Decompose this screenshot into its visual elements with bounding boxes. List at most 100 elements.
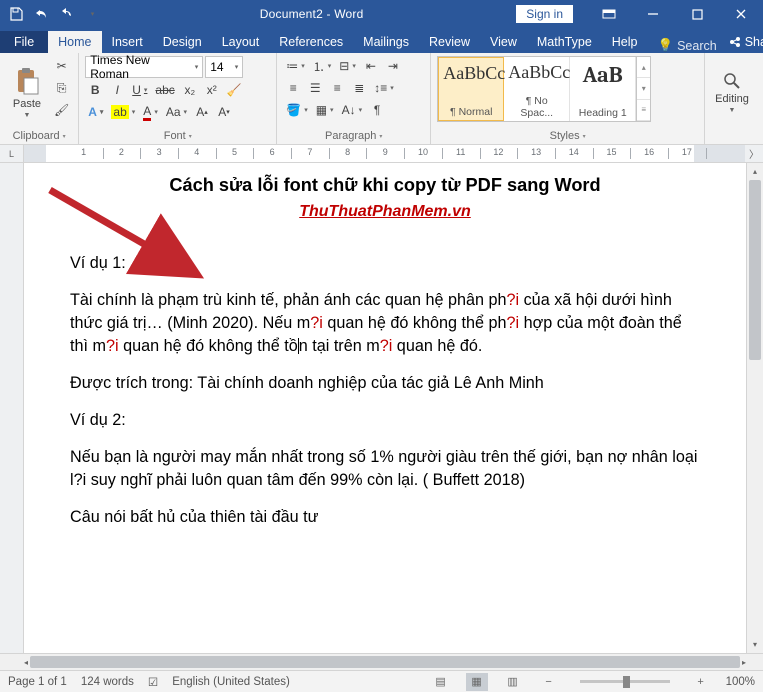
qat-customize-icon[interactable] (79, 2, 103, 26)
align-right-button[interactable]: ≡ (327, 78, 347, 98)
show-marks-button[interactable]: ¶ (367, 100, 387, 120)
grow-font-button[interactable]: A▴ (192, 102, 212, 122)
zoom-level[interactable]: 100% (726, 676, 755, 688)
zoom-slider-thumb[interactable] (623, 676, 630, 688)
align-center-button[interactable]: ☰ (305, 78, 325, 98)
underline-button[interactable]: U (129, 80, 150, 100)
scroll-thumb[interactable] (749, 180, 761, 360)
italic-button[interactable]: I (107, 80, 127, 100)
bullets-button[interactable]: ≔ (283, 56, 308, 76)
tab-help[interactable]: Help (602, 31, 648, 53)
zoom-slider[interactable] (580, 680, 670, 683)
group-paragraph: ≔ ⒈ ⊟ ⇤ ⇥ ≡ ☰ ≡ ≣ ↕≡ 🪣 ▦ A↓ ¶ Paragraph (277, 53, 431, 144)
borders-button[interactable]: ▦ (313, 100, 337, 120)
tab-mathtype[interactable]: MathType (527, 31, 602, 53)
tab-insert[interactable]: Insert (102, 31, 153, 53)
multilevel-button[interactable]: ⊟ (336, 56, 359, 76)
cut-icon[interactable]: ✂ (51, 56, 72, 76)
paragraph-label[interactable]: Paragraph (283, 129, 424, 143)
document-page[interactable]: Cách sửa lỗi font chữ khi copy từ PDF sa… (24, 163, 746, 653)
maximize-icon[interactable] (675, 0, 719, 28)
superscript-button[interactable]: x² (202, 80, 222, 100)
decrease-indent-button[interactable]: ⇤ (361, 56, 381, 76)
increase-indent-button[interactable]: ⇥ (383, 56, 403, 76)
style-no-spacing[interactable]: AaBbCc¶ No Spac... (504, 57, 570, 121)
save-icon[interactable] (4, 2, 28, 26)
scroll-thumb-h[interactable] (30, 656, 740, 668)
editing-button[interactable]: Editing ▼ (711, 56, 753, 129)
gallery-more-icon[interactable]: ≡ (637, 100, 650, 121)
change-case-button[interactable]: Aa (163, 102, 190, 122)
clear-format-icon[interactable]: 🧹 (224, 80, 245, 100)
text-effects-button[interactable]: A (85, 102, 106, 122)
line-spacing-button[interactable]: ↕≡ (371, 78, 397, 98)
zoom-out-icon[interactable]: − (538, 673, 560, 691)
status-bar: Page 1 of 1 124 words ☑ English (United … (0, 670, 763, 692)
scroll-left-icon[interactable]: ◂ (24, 654, 28, 671)
sort-button[interactable]: A↓ (339, 100, 366, 120)
ruler-vertical[interactable] (0, 163, 24, 653)
redo-icon[interactable] (54, 2, 78, 26)
tab-review[interactable]: Review (419, 31, 480, 53)
status-proofing-icon[interactable]: ☑ (148, 675, 158, 689)
ruler-body[interactable]: 1234567891011121314151617 (24, 145, 745, 162)
minimize-icon[interactable] (631, 0, 675, 28)
font-name-select[interactable]: Times New Roman (85, 56, 203, 78)
format-painter-icon[interactable]: 🖌 (51, 100, 72, 120)
ruler-horizontal[interactable]: L 1234567891011121314151617 〉 (0, 145, 763, 163)
clipboard-label[interactable]: Clipboard (6, 129, 72, 143)
subscript-button[interactable]: x₂ (180, 80, 200, 100)
title-bar: Document2 - Word Sign in (0, 0, 763, 28)
tab-references[interactable]: References (269, 31, 353, 53)
ruler-ticks: 1234567891011121314151617 (46, 145, 745, 162)
tab-home[interactable]: Home (48, 31, 101, 53)
status-language[interactable]: English (United States) (172, 676, 290, 688)
paste-button[interactable]: Paste ▼ (6, 56, 48, 129)
doc-p5: Nếu bạn là người may mắn nhất trong số 1… (70, 446, 700, 492)
close-icon[interactable] (719, 0, 763, 28)
find-icon (722, 71, 742, 91)
tab-view[interactable]: View (480, 31, 527, 53)
scrollbar-horizontal[interactable]: ◂ ▸ (0, 653, 763, 670)
styles-label[interactable]: Styles (437, 129, 698, 143)
numbering-button[interactable]: ⒈ (310, 56, 335, 76)
bold-button[interactable]: B (85, 80, 105, 100)
tell-me-search[interactable]: 💡 Search (658, 38, 717, 53)
justify-button[interactable]: ≣ (349, 78, 369, 98)
group-font: Times New Roman 14 B I U abc x₂ x² 🧹 A a… (79, 53, 277, 144)
ruler-collapse-icon[interactable]: 〉 (745, 145, 763, 162)
style-heading-1[interactable]: AaBHeading 1 (570, 57, 636, 121)
view-web-icon[interactable]: ▥ (502, 673, 524, 691)
gallery-down-icon[interactable]: ▾ (637, 78, 650, 99)
view-print-icon[interactable]: ▦ (466, 673, 488, 691)
doc-p4: Ví dụ 2: (70, 409, 700, 432)
scroll-down-icon[interactable]: ▾ (747, 636, 763, 653)
tab-design[interactable]: Design (153, 31, 212, 53)
scroll-track[interactable] (747, 180, 763, 636)
shrink-font-button[interactable]: A▾ (214, 102, 234, 122)
align-left-button[interactable]: ≡ (283, 78, 303, 98)
zoom-in-icon[interactable]: + (690, 673, 712, 691)
shading-button[interactable]: 🪣 (283, 100, 310, 120)
status-page[interactable]: Page 1 of 1 (8, 676, 67, 688)
tab-selector-icon[interactable]: L (0, 145, 24, 162)
undo-icon[interactable] (29, 2, 53, 26)
highlight-button[interactable]: ab (108, 102, 138, 122)
scroll-up-icon[interactable]: ▴ (747, 163, 763, 180)
signin-button[interactable]: Sign in (516, 5, 573, 23)
copy-icon[interactable]: ⎘ (51, 78, 72, 98)
font-color-button[interactable]: A (140, 102, 161, 122)
tab-file[interactable]: File (0, 31, 48, 53)
view-read-icon[interactable]: ▤ (430, 673, 452, 691)
style-normal[interactable]: AaBbCc¶ Normal (438, 57, 504, 121)
status-words[interactable]: 124 words (81, 676, 134, 688)
strikethrough-button[interactable]: abc (152, 80, 177, 100)
share-button[interactable]: Share (717, 31, 763, 53)
tab-mailings[interactable]: Mailings (353, 31, 419, 53)
gallery-up-icon[interactable]: ▴ (637, 57, 650, 78)
tab-layout[interactable]: Layout (212, 31, 270, 53)
ribbon-options-icon[interactable] (587, 0, 631, 28)
font-label[interactable]: Font (85, 129, 270, 143)
font-size-select[interactable]: 14 (205, 56, 243, 78)
scrollbar-vertical[interactable]: ▴ ▾ (746, 163, 763, 653)
